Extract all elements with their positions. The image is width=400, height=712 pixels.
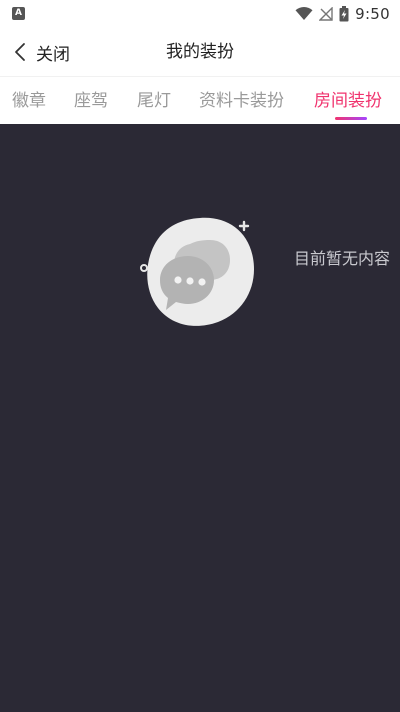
app-notification-icon: A [12, 7, 25, 20]
app-screen: A 9:50 我的装扮 关闭 徽章 座驾 尾灯 资料卡装扮 房间装扮 目前暂无内… [0, 0, 400, 712]
tab-tail-light[interactable]: 尾灯 [137, 77, 171, 125]
status-bar-indicators: 9:50 [295, 4, 390, 24]
active-tab-indicator [335, 117, 367, 120]
no-signal-icon [319, 7, 333, 21]
clock: 9:50 [355, 5, 390, 23]
chevron-left-icon [15, 43, 25, 61]
empty-message: 目前暂无内容 [294, 249, 391, 268]
top-header: 我的装扮 关闭 [0, 28, 400, 76]
status-bar: A 9:50 [0, 0, 400, 28]
battery-charging-icon [339, 6, 349, 22]
tab-vehicle[interactable]: 座驾 [74, 77, 108, 125]
close-label: 关闭 [36, 44, 70, 65]
content-area: 目前暂无内容 [0, 124, 400, 712]
empty-chat-bubble-icon [140, 217, 255, 326]
tab-profile-card[interactable]: 资料卡装扮 [199, 77, 284, 125]
wifi-icon [295, 7, 313, 20]
close-button[interactable]: 关闭 [14, 28, 70, 76]
decoration-tabs: 徽章 座驾 尾灯 资料卡装扮 房间装扮 [0, 76, 400, 124]
tab-badge[interactable]: 徽章 [12, 77, 46, 125]
